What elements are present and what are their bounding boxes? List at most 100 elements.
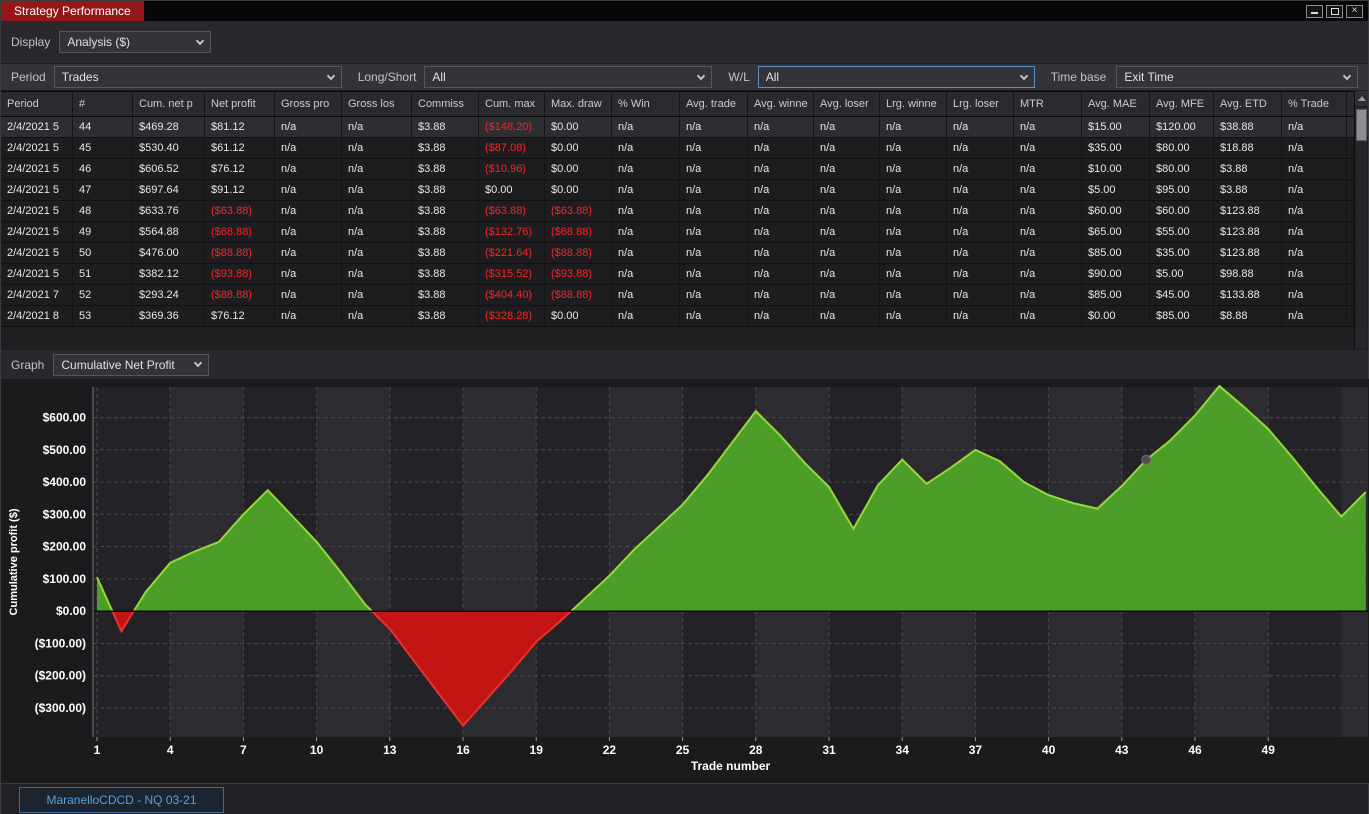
table-row[interactable]: 2/4/2021 8 53 $369.36 $76.12 n/a n/a $3.88 ($32… (1, 306, 1368, 327)
column-header[interactable]: Avg. MAE (1082, 92, 1150, 116)
table-cell: n/a (814, 180, 880, 200)
table-cell: n/a (814, 117, 880, 137)
table-cell: n/a (680, 264, 748, 284)
column-header[interactable]: Avg. trade (680, 92, 748, 116)
table-cell: n/a (612, 222, 680, 242)
table-row[interactable]: 2/4/2021 5 51 $382.12 ($93.88) n/a n/a $3.88 ($… (1, 264, 1368, 285)
table-cell: n/a (880, 306, 947, 326)
scroll-up-button[interactable] (1355, 91, 1368, 107)
column-header[interactable]: MTR (1014, 92, 1082, 116)
table-cell: n/a (275, 306, 342, 326)
table-row[interactable]: 2/4/2021 5 47 $697.64 $91.12 n/a n/a $3.88 $0.0… (1, 180, 1368, 201)
table-row[interactable]: 2/4/2021 5 46 $606.52 $76.12 n/a n/a $3.88 ($10… (1, 159, 1368, 180)
wl-select-value: All (765, 70, 780, 84)
column-header[interactable]: Gross pro (275, 92, 342, 116)
minimize-icon (1311, 9, 1318, 14)
table-row[interactable]: 2/4/2021 5 45 $530.40 $61.12 n/a n/a $3.88 ($87… (1, 138, 1368, 159)
x-axis-tick-label: 19 (530, 743, 544, 757)
table-cell: n/a (748, 222, 814, 242)
table-scrollbar[interactable] (1354, 91, 1368, 349)
table-cell: n/a (947, 201, 1014, 221)
graph-label: Graph (11, 357, 45, 372)
minimize-button[interactable] (1306, 4, 1323, 18)
column-header[interactable]: Period (1, 92, 73, 116)
timebase-select[interactable]: Exit Time (1116, 66, 1358, 88)
table-cell: $80.00 (1150, 159, 1214, 179)
table-cell: n/a (612, 306, 680, 326)
table-cell: $0.00 (545, 159, 612, 179)
table-cell: n/a (748, 117, 814, 137)
column-header[interactable]: Lrg. loser (947, 92, 1014, 116)
column-header[interactable]: # (73, 92, 133, 116)
column-header[interactable]: Max. draw (545, 92, 612, 116)
graph-toolbar: Graph Cumulative Net Profit (1, 349, 1368, 379)
y-axis-tick-label: ($100.00) (35, 636, 86, 650)
table-cell: n/a (275, 180, 342, 200)
table-cell: $3.88 (412, 306, 479, 326)
table-cell: ($93.88) (205, 264, 275, 284)
table-cell: $3.88 (412, 117, 479, 137)
strategy-tab[interactable]: MaranelloCDCD - NQ 03-21 (19, 787, 224, 813)
table-cell: $3.88 (412, 138, 479, 158)
table-row[interactable]: 2/4/2021 7 52 $293.24 ($88.88) n/a n/a $3.88 ($… (1, 285, 1368, 306)
chevron-down-icon (326, 71, 335, 80)
column-header[interactable]: Avg. winne (748, 92, 814, 116)
table-cell: n/a (1014, 180, 1082, 200)
column-header[interactable]: % Trade (1282, 92, 1347, 116)
period-select-value: Trades (61, 70, 99, 84)
column-header[interactable]: Commiss (412, 92, 479, 116)
table-cell: $0.00 (545, 306, 612, 326)
table-cell: n/a (1014, 243, 1082, 263)
window-title: Strategy Performance (1, 1, 144, 21)
table-cell: 2/4/2021 5 (1, 201, 73, 221)
y-axis-tick-label: ($300.00) (35, 701, 86, 715)
column-header[interactable]: Avg. loser (814, 92, 880, 116)
x-axis-tick-label: 37 (969, 743, 983, 757)
table-cell: $38.88 (1214, 117, 1282, 137)
table-row[interactable]: 2/4/2021 5 48 $633.76 ($63.88) n/a n/a $3.88 ($… (1, 201, 1368, 222)
period-label: Period (11, 70, 46, 84)
table-cell: n/a (880, 180, 947, 200)
x-axis-tick-label: 34 (896, 743, 910, 757)
table-cell: n/a (947, 117, 1014, 137)
longshort-select[interactable]: All (424, 66, 713, 88)
column-header[interactable]: % Win (612, 92, 680, 116)
footer-tab-bar: MaranelloCDCD - NQ 03-21 (1, 783, 1368, 814)
table-cell: n/a (342, 117, 412, 137)
table-cell: $382.12 (133, 264, 205, 284)
table-cell: $90.00 (1082, 264, 1150, 284)
table-cell: $98.88 (1214, 264, 1282, 284)
table-cell: n/a (748, 180, 814, 200)
column-header[interactable]: Avg. MFE (1150, 92, 1214, 116)
column-header[interactable]: Gross los (342, 92, 412, 116)
table-cell: $3.88 (412, 243, 479, 263)
chevron-down-icon (1342, 71, 1352, 80)
close-button[interactable]: × (1346, 4, 1363, 18)
table-cell: n/a (680, 285, 748, 305)
column-header[interactable]: Cum. net p (133, 92, 205, 116)
graph-select[interactable]: Cumulative Net Profit (53, 353, 210, 376)
column-header[interactable]: Avg. ETD (1214, 92, 1282, 116)
column-header[interactable]: Lrg. winne (880, 92, 947, 116)
scrollbar-thumb[interactable] (1355, 109, 1367, 141)
wl-select[interactable]: All (757, 66, 1035, 88)
column-header[interactable]: Cum. max (479, 92, 545, 116)
table-cell: n/a (612, 264, 680, 284)
display-select[interactable]: Analysis ($) (59, 31, 212, 53)
table-cell: n/a (1282, 222, 1347, 242)
y-axis-tick-label: $0.00 (56, 604, 86, 618)
restore-button[interactable] (1326, 4, 1343, 18)
table-cell: $697.64 (133, 180, 205, 200)
table-row[interactable]: 2/4/2021 5 44 $469.28 $81.12 n/a n/a $3.88 ($14… (1, 117, 1368, 138)
table-row[interactable]: 2/4/2021 5 49 $564.88 ($68.88) n/a n/a $3.88 ($… (1, 222, 1368, 243)
table-row[interactable]: 2/4/2021 5 50 $476.00 ($88.88) n/a n/a $3.88 ($… (1, 243, 1368, 264)
x-axis-tick-label: 49 (1262, 743, 1276, 757)
column-header[interactable]: Net profit (205, 92, 275, 116)
table-cell: n/a (612, 117, 680, 137)
table-cell: $3.88 (1214, 159, 1282, 179)
table-cell: n/a (275, 138, 342, 158)
data-point-marker[interactable] (1141, 454, 1152, 465)
period-select[interactable]: Trades (53, 66, 342, 88)
window-controls: × (1306, 1, 1368, 21)
table-cell: 2/4/2021 5 (1, 159, 73, 179)
